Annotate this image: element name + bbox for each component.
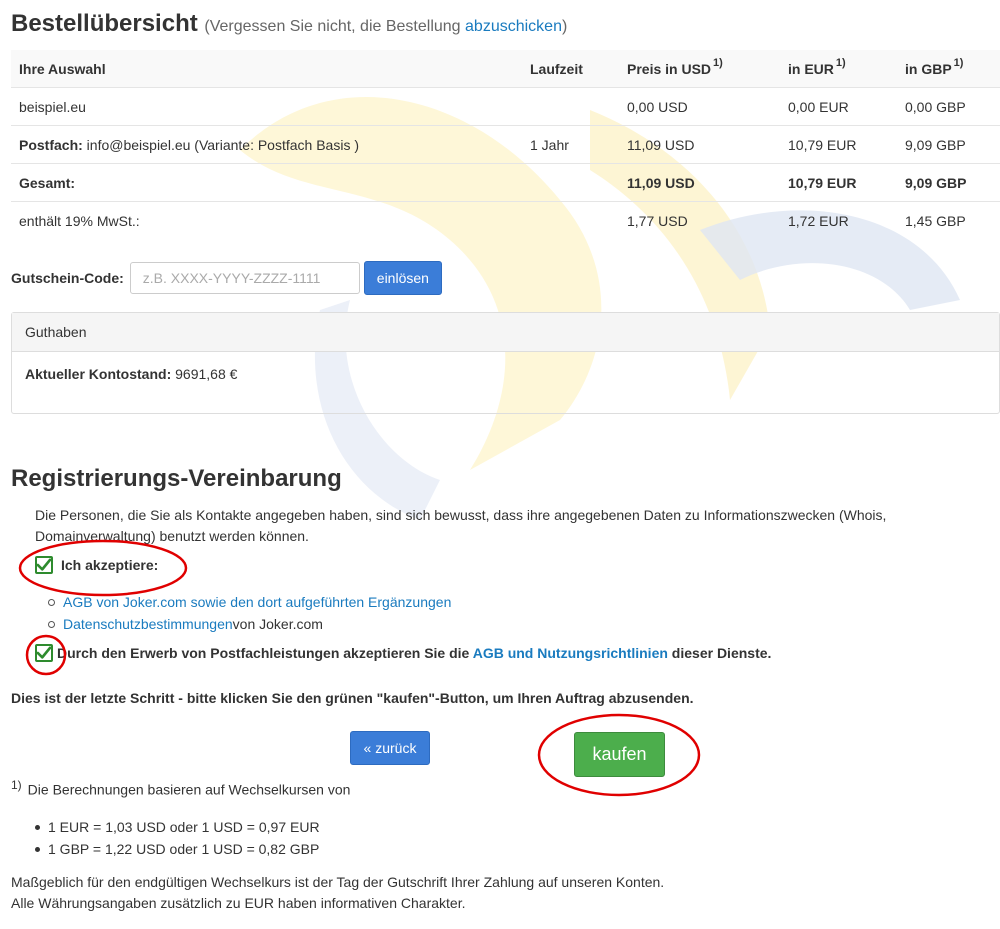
- footnote-mark: 1): [953, 56, 964, 69]
- mailbox-terms-checkbox[interactable]: [35, 644, 53, 662]
- vat-eur: 1,72 EUR: [780, 201, 897, 239]
- credit-panel-body: Aktueller Kontostand: 9691,68 €: [12, 352, 999, 396]
- item-type: Postfach:: [19, 136, 83, 153]
- table-header-row: Ihre Auswahl Laufzeit Preis in USD 1) in …: [11, 50, 1000, 88]
- item-cell: beispiel.eu: [11, 87, 522, 126]
- vat-gbp: 1,45 GBP: [897, 201, 1000, 239]
- column-gbp-label: in GBP: [905, 60, 952, 77]
- checkmark-icon: [37, 646, 51, 659]
- column-eur: in EUR 1): [780, 50, 897, 88]
- agb-link[interactable]: AGB von Joker.com sowie den dort aufgefü…: [63, 591, 451, 613]
- gbp-cell: 9,09 GBP: [897, 125, 1000, 164]
- footnote: 1) Die Berechnungen basieren auf Wechselk…: [11, 778, 350, 798]
- mailbox-terms-row: Durch den Erwerb von Postfachleistungen …: [35, 644, 771, 662]
- column-selection: Ihre Auswahl: [11, 50, 522, 88]
- privacy-link[interactable]: Datenschutzbestimmungen: [63, 613, 233, 635]
- voucher-label: Gutschein-Code:: [11, 270, 124, 286]
- usd-cell: 11,09 USD: [619, 125, 780, 164]
- bullet-circle-icon: [48, 620, 55, 628]
- voucher-input[interactable]: [129, 262, 360, 294]
- column-eur-label: in EUR: [788, 60, 834, 77]
- duration-cell: [522, 87, 619, 126]
- usd-cell: 0,00 USD: [619, 87, 780, 126]
- bullet-icon: [35, 824, 40, 830]
- accept-terms-row: Ich akzeptiere:: [35, 556, 158, 574]
- title-note-prefix: (Vergessen Sie nicht, die Bestellung: [204, 18, 466, 35]
- link-suffix: von Joker.com: [232, 616, 323, 632]
- agreement-intro: Die Personen, die Sie als Kontakte angeg…: [35, 507, 887, 544]
- accept-terms-checkbox[interactable]: [35, 556, 53, 574]
- total-eur: 10,79 EUR: [780, 163, 897, 202]
- duration-cell: 1 Jahr: [522, 125, 619, 164]
- table-row: Postfach: info@beispiel.eu (Variante: Po…: [11, 125, 1000, 164]
- mailbox-terms-suffix: dieser Dienste.: [667, 645, 772, 661]
- back-button[interactable]: « zurück: [350, 731, 430, 765]
- table-row-total: Gesamt: 11,09 USD 10,79 EUR 9,09 GBP: [11, 163, 1000, 202]
- balance-value: 9691,68 €: [175, 366, 238, 382]
- mailbox-terms-text: Durch den Erwerb von Postfachleistungen …: [57, 645, 771, 661]
- accept-terms-label: Ich akzeptiere:: [61, 557, 159, 573]
- list-item: AGB von Joker.com sowie den dort aufgefü…: [48, 591, 451, 613]
- mailbox-agb-link[interactable]: AGB und Nutzungsrichtlinien: [473, 645, 668, 661]
- column-usd-label: Preis in USD: [627, 60, 712, 77]
- column-gbp: in GBP 1): [897, 50, 1000, 88]
- order-table: Ihre Auswahl Laufzeit Preis in USD 1) in …: [11, 50, 1000, 239]
- footnote-text: Die Berechnungen basieren auf Wechselkur…: [27, 781, 351, 798]
- list-item: Datenschutzbestimmungen von Joker.com: [48, 613, 451, 635]
- table-row-vat: enthält 19% MwSt.: 1,77 USD 1,72 EUR 1,4…: [11, 201, 1000, 239]
- redeem-button[interactable]: einlösen: [363, 261, 442, 295]
- last-step-notice: Dies ist der letzte Schritt - bitte klic…: [11, 690, 694, 706]
- list-item: 1 GBP = 1,22 USD oder 1 USD = 0,82 GBP: [35, 838, 320, 860]
- item-label: info@beispiel.eu (Variante: Postfach Bas…: [82, 136, 359, 153]
- footnote-mark: 1): [835, 56, 846, 69]
- bullet-icon: [35, 846, 40, 852]
- mailbox-terms-prefix: Durch den Erwerb von Postfachleistungen …: [57, 645, 473, 661]
- rate-gbp: 1 GBP = 1,22 USD oder 1 USD = 0,82 GBP: [48, 841, 320, 857]
- exchange-note-line: Maßgeblich für den endgültigen Wechselku…: [11, 874, 665, 890]
- eur-cell: 10,79 EUR: [780, 125, 897, 164]
- duration-cell: [522, 163, 619, 202]
- vat-usd: 1,77 USD: [619, 201, 780, 239]
- rate-eur: 1 EUR = 1,03 USD oder 1 USD = 0,97 EUR: [48, 819, 320, 835]
- title-note-suffix: ): [561, 18, 568, 35]
- total-usd: 11,09 USD: [619, 163, 780, 202]
- gbp-cell: 0,00 GBP: [897, 87, 1000, 126]
- column-duration: Laufzeit: [522, 50, 619, 88]
- title-note: (Vergessen Sie nicht, die Bestellung abz…: [204, 18, 567, 35]
- credit-panel-heading: Guthaben: [12, 313, 999, 352]
- table-row: beispiel.eu 0,00 USD 0,00 EUR 0,00 GBP: [11, 87, 1000, 126]
- credit-panel: Guthaben Aktueller Kontostand: 9691,68 €: [11, 312, 1000, 414]
- item-cell: Postfach: info@beispiel.eu (Variante: Po…: [11, 125, 522, 164]
- footnote-mark: 1): [713, 56, 723, 69]
- buy-button[interactable]: kaufen: [574, 732, 665, 777]
- total-gbp: 9,09 GBP: [897, 163, 1000, 202]
- vat-label: enthält 19% MwSt.:: [11, 201, 522, 239]
- column-usd: Preis in USD 1): [619, 50, 780, 88]
- bullet-circle-icon: [48, 598, 55, 606]
- list-item: 1 EUR = 1,03 USD oder 1 USD = 0,97 EUR: [35, 816, 320, 838]
- terms-links: AGB von Joker.com sowie den dort aufgefü…: [48, 591, 451, 635]
- agreement-title: Registrierungs-Vereinbarung: [11, 465, 342, 492]
- item-label: beispiel.eu: [19, 98, 86, 115]
- page-title: Bestellübersicht (Vergessen Sie nicht, d…: [11, 10, 567, 38]
- footnote-mark: 1): [11, 778, 22, 792]
- checkmark-icon: [37, 558, 51, 571]
- submit-order-link[interactable]: abzuschicken: [465, 18, 562, 35]
- eur-cell: 0,00 EUR: [780, 87, 897, 126]
- exchange-rates: 1 EUR = 1,03 USD oder 1 USD = 0,97 EUR 1…: [35, 816, 320, 860]
- duration-cell: [522, 201, 619, 239]
- balance-label: Aktueller Kontostand:: [25, 366, 172, 382]
- total-label: Gesamt:: [11, 163, 522, 202]
- exchange-note: Maßgeblich für den endgültigen Wechselku…: [11, 872, 664, 914]
- voucher-form: Gutschein-Code: einlösen: [11, 261, 442, 295]
- exchange-note-line: Alle Währungsangaben zusätzlich zu EUR h…: [11, 895, 466, 911]
- page-title-text: Bestellübersicht: [11, 10, 198, 37]
